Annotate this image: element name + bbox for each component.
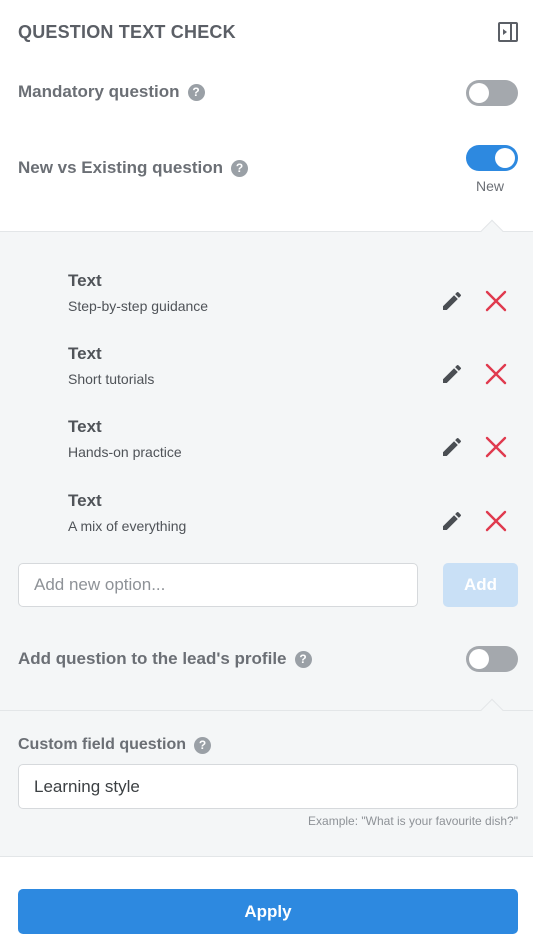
help-icon[interactable]: ? — [294, 650, 312, 668]
custom-field-input[interactable] — [18, 764, 518, 809]
option-item: Text Step-by-step guidance — [68, 271, 518, 331]
option-value: A mix of everything — [68, 518, 187, 534]
mandatory-question-toggle[interactable] — [466, 80, 518, 106]
edit-icon[interactable] — [440, 289, 464, 313]
lead-profile-toggle[interactable] — [466, 646, 518, 672]
delete-icon[interactable] — [484, 509, 508, 533]
option-type: Text — [68, 417, 102, 436]
new-vs-existing-label-row: New vs Existing question ? — [18, 158, 248, 178]
toggle-state-caption: New — [476, 178, 505, 194]
option-value: Step-by-step guidance — [68, 298, 209, 314]
apply-button[interactable]: Apply — [18, 889, 518, 934]
option-type: Text — [68, 344, 102, 363]
delete-icon[interactable] — [484, 362, 508, 386]
edit-icon[interactable] — [440, 509, 464, 533]
new-vs-existing-toggle[interactable] — [466, 145, 518, 171]
help-icon[interactable]: ? — [194, 736, 211, 754]
option-type: Text — [68, 271, 102, 290]
new-vs-existing-label: New vs Existing question — [18, 158, 223, 177]
toggle-knob — [469, 83, 489, 103]
option-item: Text Hands-on practice — [68, 417, 518, 477]
option-type: Text — [68, 491, 102, 510]
option-item: Text A mix of everything — [68, 491, 518, 551]
option-value: Short tutorials — [68, 371, 155, 387]
panel-header: QUESTION TEXT CHECK — [0, 0, 533, 64]
edit-icon[interactable] — [440, 435, 464, 459]
option-value: Hands-on practice — [68, 444, 182, 460]
section-notch — [480, 219, 504, 243]
new-option-input[interactable] — [18, 563, 418, 607]
custom-field-label-row: Custom field question ? — [18, 736, 211, 754]
panel-title: QUESTION TEXT CHECK — [18, 22, 236, 42]
delete-icon[interactable] — [484, 435, 508, 459]
lead-profile-label: Add question to the lead's profile — [18, 649, 287, 668]
custom-field-label: Custom field question — [18, 736, 186, 753]
toggle-knob — [495, 148, 515, 168]
custom-field-example: Example: "What is your favourite dish?" — [308, 814, 518, 828]
help-icon[interactable]: ? — [231, 159, 248, 177]
toggle-knob — [469, 649, 489, 669]
lead-profile-label-row: Add question to the lead's profile ? — [18, 649, 312, 669]
add-option-button[interactable]: Add — [443, 563, 518, 607]
edit-icon[interactable] — [440, 362, 464, 386]
mandatory-question-label-row: Mandatory question ? — [18, 82, 205, 102]
mandatory-question-label: Mandatory question — [18, 82, 180, 101]
delete-icon[interactable] — [484, 289, 508, 313]
panel-collapse-icon[interactable] — [498, 22, 518, 42]
option-item: Text Short tutorials — [68, 344, 518, 404]
help-icon[interactable]: ? — [187, 83, 205, 101]
